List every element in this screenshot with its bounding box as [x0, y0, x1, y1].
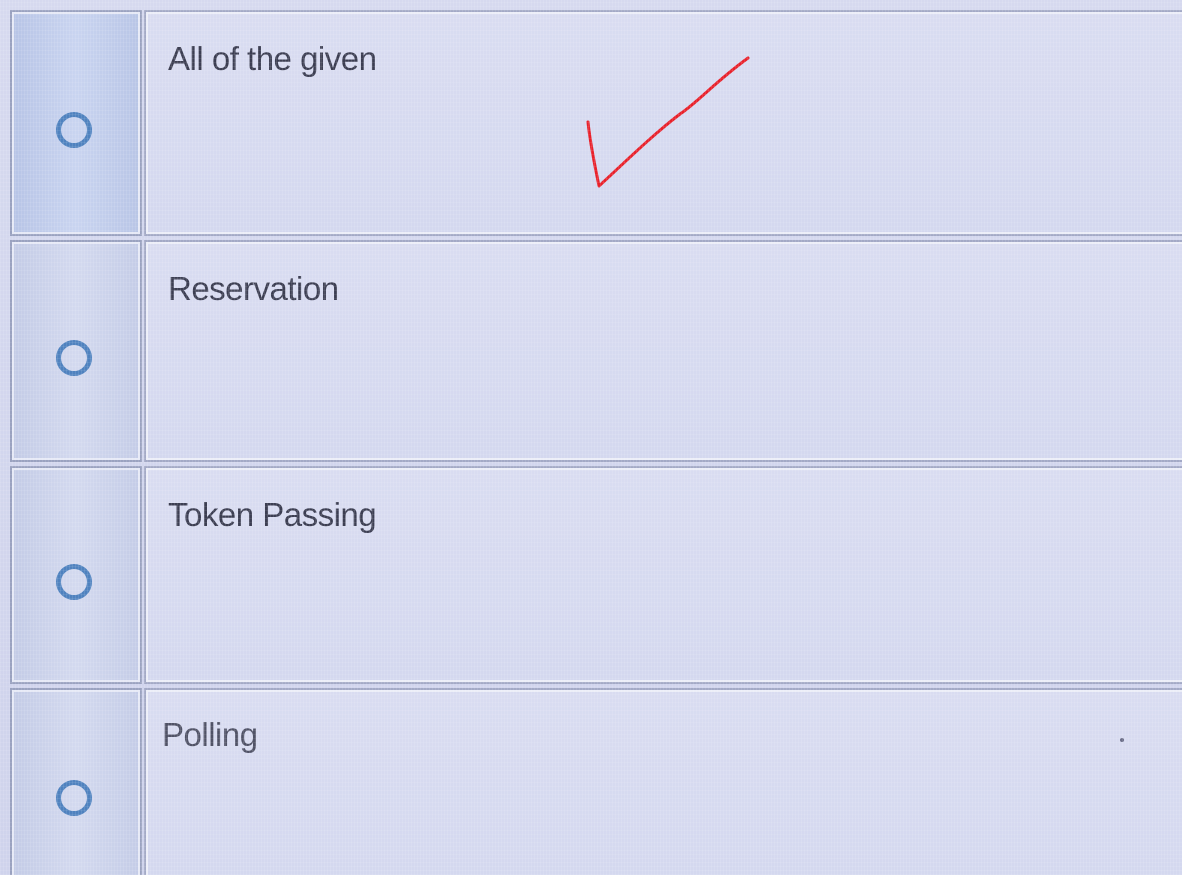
quiz-page: All of the given Reservation Token Passi… [0, 0, 1182, 875]
radio-button[interactable] [56, 340, 92, 376]
option-label: Polling [162, 716, 258, 753]
option-text-cell[interactable]: Reservation [144, 240, 1182, 462]
answer-option-token-passing[interactable]: Token Passing [8, 464, 1182, 684]
radio-cell[interactable] [10, 688, 142, 875]
handwritten-checkmark-icon [586, 56, 750, 188]
radio-cell[interactable] [10, 240, 142, 462]
option-label: Token Passing [168, 496, 377, 533]
option-label: All of the given [168, 40, 377, 77]
radio-button[interactable] [56, 780, 92, 816]
option-text-cell[interactable]: Polling [144, 688, 1182, 875]
radio-cell[interactable] [10, 466, 142, 684]
option-label: Reservation [168, 270, 339, 307]
option-text-cell[interactable]: Token Passing [144, 466, 1182, 684]
radio-button[interactable] [56, 112, 92, 148]
answer-option-polling[interactable]: Polling [8, 686, 1182, 875]
radio-button[interactable] [56, 564, 92, 600]
screen-speck [1120, 738, 1124, 742]
answer-option-reservation[interactable]: Reservation [8, 238, 1182, 462]
radio-cell[interactable] [10, 10, 142, 236]
